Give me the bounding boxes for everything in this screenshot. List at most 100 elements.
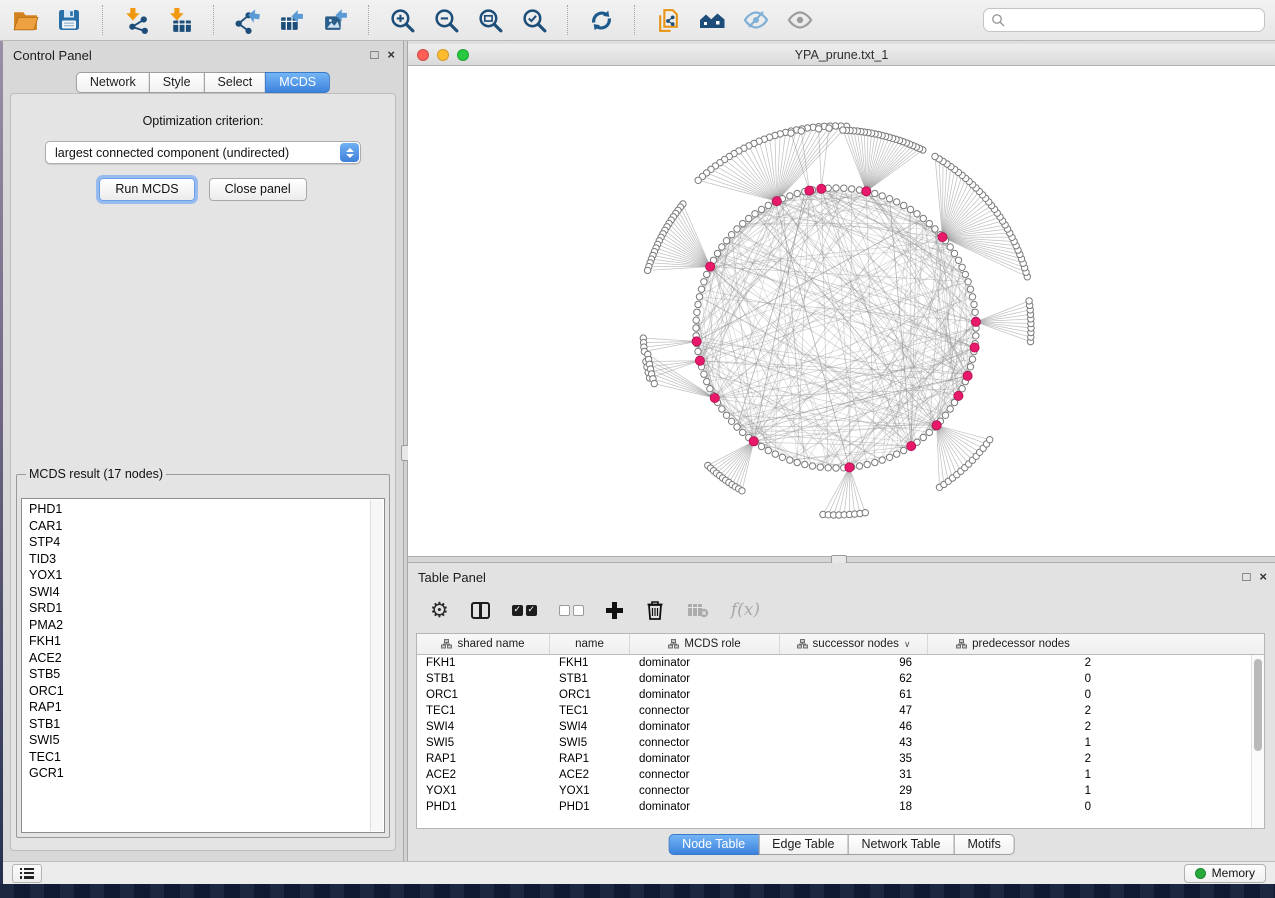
- mcds-node[interactable]: [963, 371, 972, 380]
- cell-predecessor-nodes[interactable]: 0: [928, 801, 1098, 813]
- graph-node[interactable]: [817, 464, 823, 470]
- graph-node[interactable]: [739, 488, 745, 494]
- graph-node[interactable]: [987, 437, 993, 443]
- graph-node[interactable]: [932, 153, 938, 159]
- mcds-result-item[interactable]: CAR1: [29, 518, 384, 535]
- graph-node[interactable]: [973, 333, 979, 339]
- graph-node[interactable]: [969, 356, 975, 362]
- select-all-columns-button[interactable]: ✓✓: [512, 605, 537, 616]
- graph-node[interactable]: [698, 286, 704, 292]
- eye-slash-button[interactable]: [741, 5, 771, 35]
- cell-name[interactable]: SWI4: [550, 721, 630, 733]
- cell-predecessor-nodes[interactable]: 2: [928, 721, 1098, 733]
- graph-node[interactable]: [926, 429, 932, 435]
- graph-node[interactable]: [723, 412, 729, 418]
- table-scrollbar-thumb[interactable]: [1254, 659, 1262, 751]
- show-columns-button[interactable]: [471, 602, 490, 619]
- graph-node[interactable]: [695, 301, 701, 307]
- graph-node[interactable]: [932, 226, 938, 232]
- table-row[interactable]: ACE2ACE2connector311: [417, 767, 1264, 783]
- graph-node[interactable]: [695, 177, 701, 183]
- cell-successor-nodes[interactable]: 46: [780, 721, 928, 733]
- cell-MCDS-role[interactable]: dominator: [630, 657, 780, 669]
- cell-name[interactable]: YOX1: [550, 785, 630, 797]
- mcds-result-item[interactable]: YOX1: [29, 567, 384, 584]
- mcds-node[interactable]: [862, 187, 871, 196]
- float-panel-icon[interactable]: □: [371, 48, 379, 62]
- table-settings-button[interactable]: ⚙: [430, 600, 449, 620]
- table-scrollbar[interactable]: [1251, 655, 1264, 828]
- graph-node[interactable]: [872, 459, 878, 465]
- graph-node[interactable]: [879, 457, 885, 463]
- graph-node[interactable]: [825, 465, 831, 471]
- graph-node[interactable]: [849, 186, 855, 192]
- cell-predecessor-nodes[interactable]: 1: [928, 769, 1098, 781]
- graph-node[interactable]: [967, 364, 973, 370]
- graph-node[interactable]: [879, 193, 885, 199]
- cell-name[interactable]: SWI5: [550, 737, 630, 749]
- mcds-result-item[interactable]: RAP1: [29, 699, 384, 716]
- mcds-result-item[interactable]: SWI5: [29, 732, 384, 749]
- graph-node[interactable]: [886, 454, 892, 460]
- cell-shared-name[interactable]: YOX1: [417, 785, 550, 797]
- home-networks-button[interactable]: [697, 5, 727, 35]
- zoom-traffic-light[interactable]: [457, 49, 469, 61]
- graph-node[interactable]: [971, 301, 977, 307]
- criterion-dropdown[interactable]: largest connected component (undirected): [45, 141, 361, 164]
- graph-node[interactable]: [894, 199, 900, 205]
- cell-MCDS-role[interactable]: connector: [630, 769, 780, 781]
- mcds-result-item[interactable]: SWI4: [29, 584, 384, 601]
- graph-node[interactable]: [694, 309, 700, 315]
- memory-button[interactable]: Memory: [1184, 864, 1266, 883]
- column-header-successor-nodes[interactable]: successor nodes∨: [780, 634, 928, 654]
- cell-successor-nodes[interactable]: 61: [780, 689, 928, 701]
- cell-name[interactable]: FKH1: [550, 657, 630, 669]
- close-panel-button[interactable]: Close panel: [209, 178, 307, 201]
- network-canvas[interactable]: [408, 66, 1275, 556]
- mcds-node[interactable]: [932, 421, 941, 430]
- cell-successor-nodes[interactable]: 62: [780, 673, 928, 685]
- cell-predecessor-nodes[interactable]: 1: [928, 737, 1098, 749]
- cell-successor-nodes[interactable]: 35: [780, 753, 928, 765]
- horizontal-splitter[interactable]: [408, 556, 1275, 563]
- cell-name[interactable]: STB1: [550, 673, 630, 685]
- mcds-node[interactable]: [817, 184, 826, 193]
- mcds-node[interactable]: [907, 442, 916, 451]
- mcds-node[interactable]: [971, 317, 980, 326]
- duplicate-network-button[interactable]: [653, 5, 683, 35]
- close-panel-icon[interactable]: ×: [387, 48, 395, 62]
- cell-name[interactable]: TEC1: [550, 705, 630, 717]
- minimize-traffic-light[interactable]: [437, 49, 449, 61]
- graph-node[interactable]: [901, 447, 907, 453]
- mcds-result-item[interactable]: ORC1: [29, 683, 384, 700]
- graph-node[interactable]: [840, 127, 846, 133]
- graph-node[interactable]: [707, 386, 713, 392]
- graph-node[interactable]: [872, 190, 878, 196]
- graph-node[interactable]: [788, 130, 794, 136]
- graph-node[interactable]: [714, 250, 720, 256]
- graph-node[interactable]: [862, 510, 868, 516]
- table-row[interactable]: RAP1RAP1dominator352: [417, 751, 1264, 767]
- graph-node[interactable]: [740, 220, 746, 226]
- graph-node[interactable]: [864, 461, 870, 467]
- cell-successor-nodes[interactable]: 18: [780, 801, 928, 813]
- table-row[interactable]: PHD1PHD1dominator180: [417, 799, 1264, 815]
- graph-node[interactable]: [920, 434, 926, 440]
- cell-successor-nodes[interactable]: 47: [780, 705, 928, 717]
- graph-node[interactable]: [907, 206, 913, 212]
- cell-successor-nodes[interactable]: 31: [780, 769, 928, 781]
- zoom-fit-button[interactable]: [475, 5, 505, 35]
- graph-node[interactable]: [901, 202, 907, 208]
- zoom-out-button[interactable]: [431, 5, 461, 35]
- graph-node[interactable]: [920, 215, 926, 221]
- graph-node[interactable]: [951, 250, 957, 256]
- graph-node[interactable]: [723, 238, 729, 244]
- graph-node[interactable]: [695, 348, 701, 354]
- network-view[interactable]: [408, 66, 1275, 556]
- graph-node[interactable]: [955, 257, 961, 263]
- graph-node[interactable]: [693, 317, 699, 323]
- mcds-node[interactable]: [695, 356, 704, 365]
- cell-MCDS-role[interactable]: connector: [630, 737, 780, 749]
- table-row[interactable]: SWI4SWI4dominator462: [417, 719, 1264, 735]
- graph-node[interactable]: [794, 459, 800, 465]
